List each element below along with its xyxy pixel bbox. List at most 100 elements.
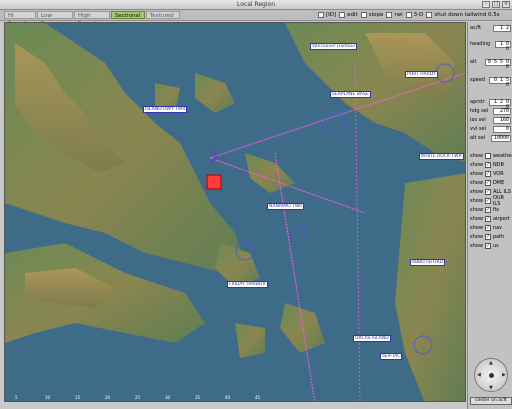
heading-row: heading 1 0 0	[470, 40, 511, 51]
maximize-icon[interactable]: □	[492, 1, 500, 8]
alt-row: alt 0 5 5 0 0	[470, 58, 511, 69]
svg-text:20: 20	[105, 395, 111, 400]
option-shutdown-label: shut down tailwind 0.5s	[434, 12, 500, 18]
show-vor-checkbox[interactable]: ✓	[484, 171, 491, 177]
show-ndb-checkbox[interactable]: ✓	[484, 162, 491, 168]
map-label-white-rock[interactable]: WHITE ROCK TWR	[419, 153, 464, 160]
show-path-checkbox[interactable]: ✓	[484, 234, 491, 240]
option-id[interactable]: [ID]	[318, 11, 336, 19]
rwi-checkbox[interactable]	[386, 12, 393, 18]
show-path-row[interactable]: show ✓ path	[470, 233, 504, 241]
show-weather-checkbox[interactable]	[484, 153, 491, 159]
toolbar-options: [ID] edit slope rwi 3-D shut down tailwi…	[318, 11, 500, 19]
map-label-orcas-island[interactable]: ORCAS ISLAND	[353, 335, 391, 342]
altsel-field[interactable]: 10000	[491, 134, 511, 142]
option-3d[interactable]: 3-D	[405, 11, 424, 19]
shutdown-checkbox[interactable]	[426, 12, 433, 18]
map-label-abbotsford[interactable]: ABBOTSFORD	[410, 259, 446, 266]
show-us-row[interactable]: show ✓ us	[470, 242, 499, 250]
iassel-field[interactable]: 160	[493, 116, 511, 124]
show-ndb-row[interactable]: show ✓ NDB	[470, 161, 504, 169]
pan-down-icon[interactable]: ▼	[489, 385, 493, 391]
show-nav-checkbox[interactable]: ✓	[484, 225, 491, 231]
map-label-friday-harbor[interactable]: FRIDAY HARBOR	[227, 281, 268, 288]
hdgsel-field[interactable]: 270	[493, 107, 511, 115]
map-canvas[interactable]: 5 10 15 20 25 30 35 40 45	[5, 23, 466, 402]
map-label-seaplane-base[interactable]: SEAPLANE BASE	[330, 91, 371, 98]
speed-field[interactable]: 0 1 5 0	[489, 76, 511, 87]
map-label-sea-tac[interactable]: SEA-TAC	[380, 353, 403, 360]
show-our-ils-checkbox[interactable]: ✓	[484, 198, 491, 204]
pan-up-icon[interactable]: ▲	[489, 360, 493, 366]
show-all-ils-checkbox[interactable]: ✓	[484, 189, 491, 195]
map-label-vancouver-harbour[interactable]: Vancouver Harbour	[310, 43, 358, 50]
altsel-label: alt sel	[470, 135, 486, 141]
option-edit[interactable]: edit	[339, 11, 358, 19]
svg-text:25: 25	[135, 395, 141, 400]
vvisel-row: vvi sel 0	[470, 125, 511, 133]
show-airport-row[interactable]: show ✓ airport	[470, 215, 510, 223]
window-controls: – □ ×	[482, 1, 510, 8]
show-us-checkbox[interactable]: ✓	[484, 243, 491, 249]
show-fix-row[interactable]: show ✓ fix	[470, 206, 499, 214]
aprstr-label: aprstr	[470, 99, 485, 105]
pan-joystick[interactable]: ▲ ▼ ◀ ▶	[474, 358, 508, 392]
pan-right-icon[interactable]: ▶	[502, 372, 506, 378]
aprstr-field[interactable]: 1 2 0 0	[489, 98, 511, 109]
svg-text:40: 40	[225, 395, 231, 400]
svg-text:35: 35	[195, 395, 201, 400]
show-dme-checkbox[interactable]: ✓	[484, 180, 491, 186]
hdgsel-row: hdg sel 270	[470, 107, 511, 115]
show-our-ils-row[interactable]: show ✓ OUR ILS	[470, 195, 512, 207]
close-icon[interactable]: ×	[502, 1, 510, 8]
slope-checkbox[interactable]	[360, 12, 367, 18]
show-vor-row[interactable]: show ✓ VOR	[470, 170, 504, 178]
option-slope[interactable]: slope	[360, 11, 383, 19]
tab-textured[interactable]: Textured	[146, 11, 180, 19]
show-vor-label: VOR	[492, 171, 504, 177]
show-weather-row[interactable]: show weather	[470, 152, 512, 160]
show-airport-label: airport	[492, 216, 510, 222]
center-on-aircraft-button[interactable]: center on acft	[470, 397, 512, 405]
option-rwi-label: rwi	[394, 12, 403, 18]
show-fix-checkbox[interactable]: ✓	[484, 207, 491, 213]
map-label-island-hwy[interactable]: ISLAND HWY TWR	[143, 106, 188, 113]
pan-left-icon[interactable]: ◀	[477, 372, 481, 378]
tab-sectional[interactable]: Sectional	[111, 11, 145, 19]
sectional-map[interactable]: 5 10 15 20 25 30 35 40 45 ISLAND HWY TWR NANAI…	[4, 22, 466, 402]
tab-hi-speed[interactable]: Hi Speed	[4, 11, 36, 27]
show-path-prefix: show	[470, 234, 483, 240]
aircraft-marker	[206, 174, 222, 190]
edit-checkbox[interactable]	[339, 12, 346, 18]
tab-low-enroute[interactable]: Low Enroute	[37, 11, 73, 27]
option-id-label: [ID]	[326, 12, 337, 18]
svg-text:30: 30	[165, 395, 171, 400]
option-shutdown[interactable]: shut down tailwind 0.5s	[426, 11, 500, 19]
show-airport-checkbox[interactable]: ✓	[484, 216, 491, 222]
zoom-label: ac/ft	[470, 25, 482, 31]
alt-field[interactable]: 0 5 5 0 0	[485, 58, 511, 69]
hdgsel-label: hdg sel	[470, 108, 489, 114]
option-edit-label: edit	[347, 12, 358, 18]
3d-checkbox[interactable]	[405, 12, 412, 18]
show-nav-label: nav	[492, 225, 503, 231]
map-label-port-hardy[interactable]: PORT HARDY	[405, 71, 438, 78]
heading-field[interactable]: 1 0 0	[495, 40, 511, 51]
show-nav-prefix: show	[470, 225, 483, 231]
show-dme-row[interactable]: show ✓ DME	[470, 179, 504, 187]
show-weather-label: weather	[492, 153, 512, 159]
map-label-nanaimo[interactable]: NANAIMO TWR	[267, 203, 305, 210]
option-rwi[interactable]: rwi	[386, 11, 403, 19]
show-nav-row[interactable]: show ✓ nav	[470, 224, 502, 232]
joystick-center-icon[interactable]	[489, 373, 494, 378]
svg-text:45: 45	[255, 395, 261, 400]
tab-high-enroute[interactable]: High Enroute	[74, 11, 110, 27]
zoom-field[interactable]: 1 2	[493, 24, 511, 32]
minimize-icon[interactable]: –	[482, 1, 490, 8]
show-ndb-label: NDB	[492, 162, 504, 168]
vvisel-field[interactable]: 0	[493, 125, 511, 133]
show-weather-prefix: show	[470, 153, 483, 159]
vvisel-label: vvi sel	[470, 126, 486, 132]
option-3d-label: 3-D	[413, 12, 424, 18]
id-checkbox[interactable]	[318, 12, 324, 18]
